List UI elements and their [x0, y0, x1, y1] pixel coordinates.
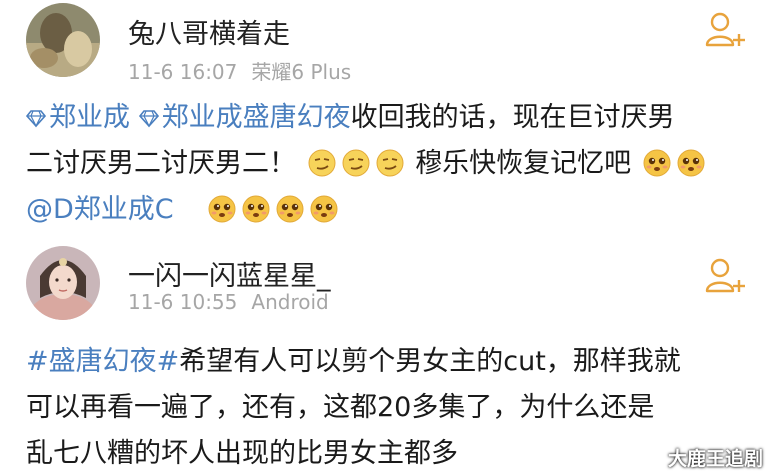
diamond-icon	[26, 110, 46, 128]
pleading-emoji-icon	[208, 195, 236, 223]
comment-line: @D郑业成C	[26, 187, 759, 233]
watermark: 大鹿王追剧	[640, 444, 763, 471]
post-time: 11-6 16:07	[128, 60, 238, 84]
avatar[interactable]	[26, 3, 100, 77]
post-device: Android	[251, 290, 329, 314]
comment-line: #盛唐幻夜#希望有人可以剪个男女主的cut，那样我就	[26, 346, 681, 377]
follow-button[interactable]	[705, 12, 749, 48]
diamond-icon	[138, 110, 159, 128]
username[interactable]: 兔八哥横着走	[128, 12, 290, 51]
post-meta: 11-6 16:07 荣耀6 Plus	[128, 56, 351, 85]
username[interactable]: 一闪一闪蓝星星_	[128, 254, 331, 293]
follow-button[interactable]	[705, 258, 749, 294]
add-user-icon	[705, 258, 745, 293]
wechat-icon	[640, 448, 664, 467]
mention-link[interactable]: @D郑业成C	[26, 194, 174, 225]
mention-link[interactable]: 郑业成盛唐幻夜	[138, 102, 351, 133]
comment-line: 可以再看一遍了，还有，这都20多集了，为什么还是	[26, 392, 655, 423]
comment-line: 二讨厌男二讨厌男二！ 穆乐快恢复记忆吧	[26, 141, 759, 187]
mention-link[interactable]: 郑业成	[26, 102, 130, 133]
hashtag-link[interactable]: #盛唐幻夜#	[26, 346, 179, 377]
smirk-emoji-icon	[342, 149, 370, 177]
pleading-emoji-icon	[242, 195, 270, 223]
comment-text: 郑业成 郑业成盛唐幻夜收回我的话，现在巨讨厌男 二讨厌男二讨厌男二！ 穆乐快恢复…	[26, 95, 759, 233]
avatar[interactable]	[26, 246, 100, 320]
smirk-emoji-icon	[308, 149, 336, 177]
post-device: 荣耀6 Plus	[251, 60, 352, 84]
post-meta: 11-6 10:55 Android	[128, 290, 329, 314]
pleading-emoji-icon	[643, 149, 671, 177]
pleading-emoji-icon	[310, 195, 338, 223]
post-time: 11-6 10:55	[128, 290, 238, 314]
add-user-icon	[705, 12, 745, 47]
comment-item: 一闪一闪蓝星星_ 11-6 10:55 Android #盛唐幻夜#希望有人可以剪…	[0, 240, 779, 475]
comment-item: 兔八哥横着走 11-6 16:07 荣耀6 Plus 郑业成 郑业成盛唐幻夜收回我…	[0, 0, 779, 240]
pleading-emoji-icon	[276, 195, 304, 223]
smirk-emoji-icon	[376, 149, 404, 177]
comment-line: 郑业成 郑业成盛唐幻夜收回我的话，现在巨讨厌男	[26, 95, 759, 141]
pleading-emoji-icon	[677, 149, 705, 177]
